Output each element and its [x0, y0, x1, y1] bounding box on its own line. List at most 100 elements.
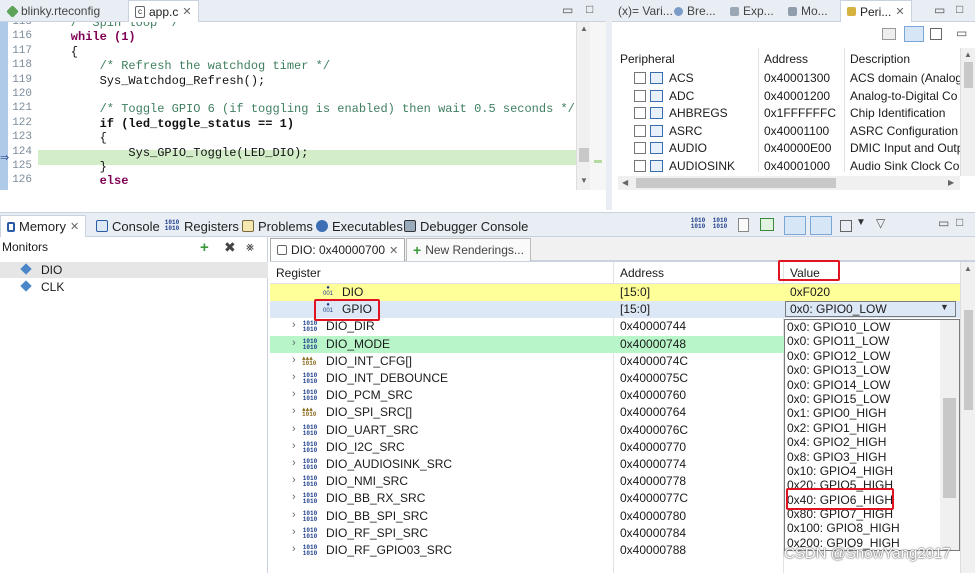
binary-view-icon[interactable]: 1010 1010 — [690, 218, 706, 230]
peripheral-row[interactable]: AUDIOSINK 0x40001000 Audio Sink Clock Cou — [612, 158, 975, 175]
tab-new-renderings[interactable]: + New Renderings... — [406, 238, 531, 261]
tab-breakpoints[interactable]: Bre... — [668, 0, 722, 22]
value-select-border[interactable] — [785, 301, 956, 318]
dropdown-option[interactable]: 0x0: GPIO13_LOW — [785, 363, 959, 377]
expand-chevron-icon[interactable]: › — [292, 423, 296, 435]
close-icon[interactable]: ✕ — [895, 5, 904, 18]
remove-all-icon[interactable]: ⨳ — [246, 239, 254, 255]
close-icon[interactable]: ✕ — [70, 220, 79, 233]
tab-console[interactable]: Console — [90, 215, 166, 237]
peripheral-row[interactable]: AHBREGS 0x1FFFFFFC Chip Identification — [612, 105, 975, 122]
expand-chevron-icon[interactable]: › — [292, 405, 296, 417]
tab-app-c[interactable]: c app.c ✕ — [128, 0, 199, 22]
close-icon[interactable]: ✕ — [389, 244, 398, 257]
scroll-left-icon[interactable]: ◀ — [622, 178, 628, 187]
dropdown-scrollbar[interactable] — [940, 320, 959, 550]
dropdown-option[interactable]: 0x0: GPIO14_LOW — [785, 378, 959, 392]
view-menu-icon[interactable]: ▽ — [876, 216, 885, 230]
expand-chevron-icon[interactable]: › — [292, 474, 296, 486]
remove-monitor-icon[interactable]: ✖ — [224, 239, 236, 256]
peripheral-vscroll[interactable]: ▲ — [960, 48, 975, 176]
chevron-down-icon[interactable]: ▼ — [940, 302, 949, 312]
expand-chevron-icon[interactable]: › — [292, 526, 296, 538]
peripheral-row[interactable]: ASRC 0x40001100 ASRC Configuration a — [612, 123, 975, 140]
binary-view-icon[interactable]: 1010 1010 — [712, 218, 728, 230]
hscroll[interactable]: ◀ ▶ — [618, 176, 960, 190]
dropdown-option[interactable]: 0x100: GPIO8_HIGH — [785, 521, 959, 535]
checkbox[interactable] — [634, 142, 646, 154]
code-editor[interactable]: ⇒ 115 /* Spin loop */ 116 while (1) 117 {1… — [0, 22, 606, 190]
expand-chevron-icon[interactable]: › — [292, 440, 296, 452]
register-value[interactable]: 0xF020 — [790, 285, 830, 299]
column-header[interactable]: Address — [764, 52, 808, 66]
expand-chevron-icon[interactable]: › — [292, 457, 296, 469]
maximize-icon[interactable]: □ — [956, 215, 963, 229]
maximize-icon[interactable]: □ — [586, 2, 593, 16]
layout-icon[interactable] — [840, 220, 852, 232]
pin-icon[interactable] — [784, 216, 806, 235]
checkbox[interactable] — [634, 89, 646, 102]
link-icon[interactable] — [810, 216, 832, 235]
layout-icon[interactable] — [930, 28, 942, 40]
tab-peripherals[interactable]: Peri... ✕ — [840, 0, 912, 22]
scroll-right-icon[interactable]: ▶ — [948, 178, 954, 187]
collapse-icon[interactable] — [882, 28, 896, 40]
peripheral-row[interactable]: ADC 0x40001200 Analog-to-Digital Co — [612, 88, 975, 105]
dropdown-option[interactable]: 0x0: GPIO11_LOW — [785, 334, 959, 348]
expand-chevron-icon[interactable]: › — [292, 491, 296, 503]
scroll-thumb[interactable] — [964, 62, 973, 88]
close-icon[interactable]: ✕ — [182, 5, 191, 18]
scroll-thumb[interactable] — [964, 310, 973, 410]
checkbox[interactable] — [634, 124, 646, 137]
dropdown-option[interactable]: 0x1: GPIO0_HIGH — [785, 406, 959, 420]
expand-chevron-icon[interactable]: › — [292, 371, 296, 383]
register-vscroll[interactable]: ▲ — [960, 262, 975, 573]
checkbox[interactable] — [634, 72, 646, 84]
expand-chevron-icon[interactable]: › — [292, 337, 296, 349]
minimize-icon[interactable]: ▭ — [938, 216, 949, 230]
column-header[interactable]: Register — [276, 266, 321, 280]
tab-expressions[interactable]: Exp... — [724, 0, 780, 22]
scroll-up-icon[interactable]: ▲ — [964, 50, 972, 59]
tab-registers[interactable]: 1010 1010 Registers — [158, 215, 245, 237]
add-monitor-icon[interactable]: + — [200, 239, 209, 256]
column-header[interactable]: Description — [850, 52, 910, 66]
dropdown-option[interactable]: 0x0: GPIO12_LOW — [785, 349, 959, 363]
tab-dio-rendering[interactable]: DIO: 0x40000700 ✕ — [270, 238, 406, 261]
chevron-down-icon[interactable]: ▼ — [856, 217, 866, 228]
column-header[interactable]: Address — [620, 266, 664, 280]
expand-chevron-icon[interactable]: › — [292, 509, 296, 521]
export-icon[interactable] — [760, 218, 774, 231]
tab-executables[interactable]: Executables — [310, 215, 409, 237]
value-dropdown-list[interactable]: 0x0: GPIO10_LOW 0x0: GPIO11_LOW 0x0: GPIO1… — [784, 319, 960, 551]
monitor-item-clk[interactable]: CLK — [0, 279, 268, 295]
dropdown-option[interactable]: 0x0: GPIO15_LOW — [785, 392, 959, 406]
tab-blinky-rteconfig[interactable]: blinky.rteconfig — [2, 0, 106, 22]
scroll-up-icon[interactable]: ▲ — [964, 264, 972, 273]
scroll-thumb[interactable] — [636, 178, 836, 188]
dropdown-option[interactable]: 0x8: GPIO3_HIGH — [785, 450, 959, 464]
editor-scrollbar[interactable]: ▲ ▼ — [576, 22, 590, 190]
minimize-icon[interactable]: ▭ — [562, 3, 573, 17]
expand-chevron-icon[interactable]: › — [292, 354, 296, 366]
peripheral-row[interactable]: ACS 0x40001300 ACS domain (Analog — [612, 70, 975, 87]
minimize-icon[interactable]: ▭ — [956, 26, 967, 40]
scroll-down-icon[interactable]: ▼ — [580, 176, 588, 185]
expand-chevron-icon[interactable]: › — [292, 319, 296, 331]
tab-modules[interactable]: Mo... — [782, 0, 834, 22]
scroll-thumb[interactable] — [579, 148, 589, 162]
dropdown-option[interactable]: 0x10: GPIO4_HIGH — [785, 464, 959, 478]
scroll-up-icon[interactable]: ▲ — [580, 24, 588, 33]
tab-debugger-console[interactable]: Debugger Console — [398, 215, 534, 237]
tab-memory[interactable]: Memory ✕ — [0, 215, 87, 237]
checkbox[interactable] — [634, 107, 646, 119]
checkbox[interactable] — [634, 159, 646, 172]
dropdown-option[interactable]: 0x2: GPIO1_HIGH — [785, 421, 959, 435]
dropdown-option[interactable]: 0x0: GPIO10_LOW — [785, 320, 959, 334]
peripheral-row[interactable]: AUDIO 0x40000E00 DMIC Input and Outp — [612, 140, 975, 157]
new-file-icon[interactable] — [738, 218, 749, 232]
pin-icon[interactable] — [904, 26, 924, 42]
dropdown-option[interactable]: 0x4: GPIO2_HIGH — [785, 435, 959, 449]
tab-problems[interactable]: Problems — [236, 215, 319, 237]
scroll-thumb[interactable] — [943, 398, 956, 498]
